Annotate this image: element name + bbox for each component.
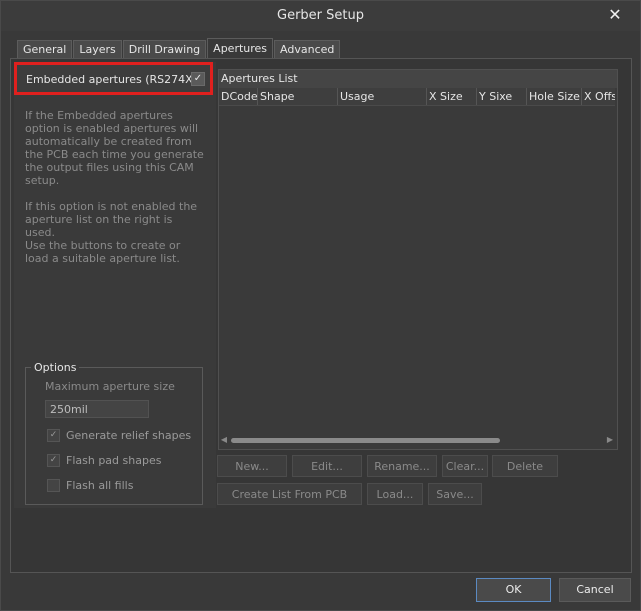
cancel-button[interactable]: Cancel	[559, 578, 631, 602]
rename-button[interactable]: Rename...	[367, 455, 437, 477]
max-aperture-size-input[interactable]: 250mil	[45, 400, 149, 418]
flash-fills-checkbox[interactable]	[47, 478, 60, 492]
flash-fills-row[interactable]: Flash all fills	[47, 478, 133, 492]
flash-fills-label: Flash all fills	[66, 478, 134, 492]
new-button[interactable]: New...	[217, 455, 287, 477]
column-x-offset[interactable]: X Offs	[581, 88, 615, 105]
window-title: Gerber Setup	[277, 8, 364, 23]
column-dcode[interactable]: DCode	[219, 88, 258, 105]
load-button[interactable]: Load...	[367, 483, 423, 505]
info-text-not-enabled: If this option is not enabled the apertu…	[25, 200, 198, 239]
tab-advanced[interactable]: Advanced	[274, 40, 341, 58]
flash-pad-checkbox[interactable]: ✓	[47, 453, 60, 467]
embedded-apertures-row[interactable]: Embedded apertures (RS274X) ✓	[14, 62, 213, 95]
apertures-list-header: DCode Shape Usage X Size Y Sixe Hole Siz…	[219, 88, 615, 106]
column-y-size[interactable]: Y Sixe	[476, 88, 512, 105]
options-title: Options	[31, 361, 80, 374]
list-horizontal-scrollbar[interactable]: ◀ ▶	[219, 434, 615, 446]
ok-button[interactable]: OK	[476, 578, 551, 602]
tab-general[interactable]: General	[17, 40, 73, 58]
arrow-right-icon[interactable]: ▶	[605, 434, 615, 446]
column-usage[interactable]: Usage	[337, 88, 374, 105]
scrollbar-thumb[interactable]	[231, 438, 500, 443]
embedded-apertures-checkbox[interactable]: ✓	[191, 72, 205, 86]
generate-relief-label: Generate relief shapes	[66, 428, 192, 442]
generate-relief-checkbox[interactable]: ✓	[47, 428, 60, 442]
embedded-apertures-label: Embedded apertures (RS274X)	[26, 73, 197, 86]
column-hole-size[interactable]: Hole Size	[526, 88, 580, 105]
save-button[interactable]: Save...	[428, 483, 482, 505]
column-shape[interactable]: Shape	[257, 88, 294, 105]
delete-button[interactable]: Delete	[492, 455, 558, 477]
generate-relief-row[interactable]: ✓ Generate relief shapes	[47, 428, 191, 442]
tab-apertures[interactable]: Apertures	[207, 38, 274, 58]
title-bar: Gerber Setup ✕	[1, 1, 640, 31]
apertures-list-title: Apertures List	[219, 70, 617, 88]
create-list-from-pcb-button[interactable]: Create List From PCB	[217, 483, 362, 505]
edit-button[interactable]: Edit...	[292, 455, 362, 477]
tab-layers[interactable]: Layers	[73, 40, 122, 58]
close-icon[interactable]: ✕	[606, 6, 624, 24]
flash-pad-row[interactable]: ✓ Flash pad shapes	[47, 453, 161, 467]
clear-button[interactable]: Clear...	[442, 455, 488, 477]
column-x-size[interactable]: X Size	[426, 88, 463, 105]
tab-bar: General Layers Drill Drawing Apertures A…	[17, 38, 341, 58]
flash-pad-label: Flash pad shapes	[66, 453, 162, 467]
tab-drill-drawing[interactable]: Drill Drawing	[122, 40, 207, 58]
arrow-left-icon[interactable]: ◀	[219, 434, 229, 446]
info-text-buttons: Use the buttons to create or load a suit…	[25, 239, 181, 265]
max-aperture-size-label: Maximum aperture size	[45, 380, 175, 393]
apertures-list[interactable]	[218, 69, 618, 450]
info-text-embedded: If the Embedded apertures option is enab…	[25, 109, 204, 187]
